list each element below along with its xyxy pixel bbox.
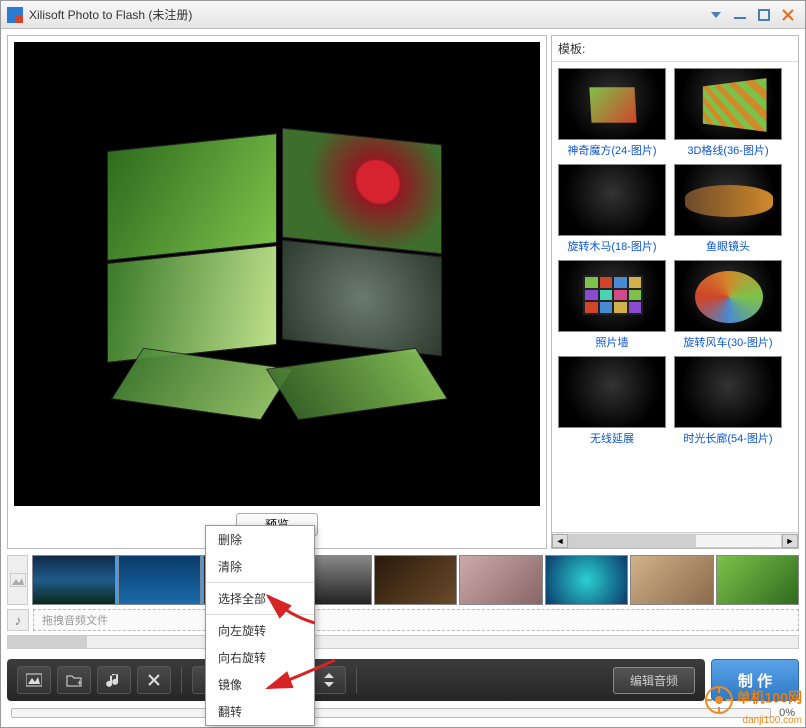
- template-item[interactable]: 3D格线(36-图片): [674, 68, 782, 158]
- svg-text:+: +: [77, 678, 82, 687]
- scroll-track[interactable]: [568, 534, 782, 548]
- add-audio-button[interactable]: [97, 666, 131, 694]
- timeline-hscroll[interactable]: [7, 635, 799, 649]
- ctx-rotate-right[interactable]: 向右旋转: [206, 644, 314, 671]
- template-item[interactable]: 旋转风车(30-图片): [674, 260, 782, 350]
- minimize-button[interactable]: [729, 6, 751, 24]
- audio-strip: ♪ 拖拽音频文件: [7, 609, 799, 631]
- preview-panel: 预览: [7, 35, 547, 549]
- thumbnail-item[interactable]: [716, 555, 799, 605]
- templates-panel: 模板: 神奇魔方(24-图片) 3D格线(36-图片) 旋转木马(18-: [551, 35, 799, 549]
- templates-list[interactable]: 神奇魔方(24-图片) 3D格线(36-图片) 旋转木马(18-图片) 鱼眼镜头: [552, 62, 798, 532]
- ctx-delete[interactable]: 删除: [206, 526, 314, 553]
- add-image-button[interactable]: [17, 666, 51, 694]
- maximize-button[interactable]: [753, 6, 775, 24]
- progress-row: 0%: [1, 701, 805, 727]
- ctx-clear[interactable]: 清除: [206, 553, 314, 580]
- thumbnail-list: [32, 555, 799, 605]
- edit-audio-button[interactable]: 编辑音频: [613, 667, 695, 694]
- audio-drop-zone[interactable]: 拖拽音频文件: [33, 609, 799, 631]
- app-icon: [7, 7, 23, 23]
- scroll-left-button[interactable]: ◄: [552, 534, 568, 548]
- thumbnail-item[interactable]: [545, 555, 628, 605]
- titlebar: Xilisoft Photo to Flash (未注册): [1, 1, 805, 29]
- template-item[interactable]: 神奇魔方(24-图片): [558, 68, 666, 158]
- template-item[interactable]: 时光长廊(54-图片): [674, 356, 782, 446]
- make-button[interactable]: 制 作: [711, 659, 799, 701]
- thumbnail-item[interactable]: [630, 555, 713, 605]
- window-title: Xilisoft Photo to Flash (未注册): [29, 6, 192, 23]
- app-window: Xilisoft Photo to Flash (未注册) 预览: [0, 0, 806, 728]
- progress-percent: 0%: [779, 707, 795, 719]
- progress-bar: [11, 708, 771, 718]
- flip-vertical-button[interactable]: [312, 666, 346, 694]
- template-item[interactable]: 旋转木马(18-图片): [558, 164, 666, 254]
- toolbar: + 编辑音频: [7, 659, 705, 701]
- context-menu: 删除 清除 选择全部 向左旋转 向右旋转 镜像 翻转: [205, 525, 315, 726]
- add-folder-button[interactable]: +: [57, 666, 91, 694]
- scroll-right-button[interactable]: ►: [782, 534, 798, 548]
- ctx-flip[interactable]: 翻转: [206, 698, 314, 725]
- templates-header: 模板:: [552, 36, 798, 62]
- template-item[interactable]: 照片墙: [558, 260, 666, 350]
- main-area: 预览 模板: 神奇魔方(24-图片) 3D格线(36-图片): [1, 29, 805, 549]
- bottom-toolbar-row: + 编辑音频 制 作: [1, 655, 805, 701]
- remove-button[interactable]: [137, 666, 171, 694]
- thumbnail-item[interactable]: [32, 555, 115, 605]
- thumbnail-item[interactable]: [118, 555, 201, 605]
- thumbnail-item[interactable]: [459, 555, 542, 605]
- ctx-rotate-left[interactable]: 向左旋转: [206, 617, 314, 644]
- timeline-area: ♪ 拖拽音频文件: [1, 549, 805, 655]
- thumbnail-item[interactable]: [374, 555, 457, 605]
- image-strip: [7, 555, 799, 605]
- templates-hscroll[interactable]: ◄ ►: [552, 532, 798, 548]
- template-item[interactable]: 鱼眼镜头: [674, 164, 782, 254]
- image-strip-icon: [7, 555, 28, 605]
- ctx-mirror[interactable]: 镜像: [206, 671, 314, 698]
- template-item[interactable]: 无线延展: [558, 356, 666, 446]
- ctx-select-all[interactable]: 选择全部: [206, 585, 314, 612]
- audio-strip-icon: ♪: [7, 609, 29, 631]
- dropdown-button[interactable]: [705, 6, 727, 24]
- preview-stage: [14, 42, 540, 506]
- close-button[interactable]: [777, 6, 799, 24]
- preview-cube: [97, 142, 457, 382]
